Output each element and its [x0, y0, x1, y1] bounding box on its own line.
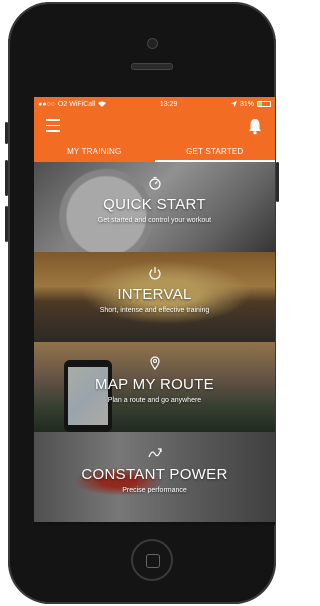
top-nav-bar	[34, 111, 275, 144]
home-button[interactable]	[131, 539, 173, 581]
card-subtitle: Get started and control your workout	[97, 217, 212, 224]
card-interval[interactable]: INTERVAL Short, intense and effective tr…	[34, 252, 275, 342]
power-icon	[148, 267, 161, 280]
power-button	[276, 162, 279, 202]
battery-percent: 31%	[239, 100, 254, 108]
location-pin-icon	[149, 356, 160, 370]
earpiece-speaker	[131, 63, 173, 70]
power-curve-icon	[147, 448, 162, 458]
mute-switch	[5, 122, 8, 144]
card-title: INTERVAL	[117, 286, 192, 303]
wifi-icon	[98, 101, 107, 107]
card-title: QUICK START	[103, 196, 206, 213]
hamburger-menu-icon[interactable]	[46, 119, 60, 132]
app-screen: ●●○○ O2 WiFiCall 13:29 31% MY TRAINING G…	[34, 97, 275, 525]
card-title: MAP MY ROUTE	[95, 376, 214, 393]
signal-dots-icon: ●●○○	[38, 100, 55, 108]
card-map-my-route[interactable]: MAP MY ROUTE Plan a route and go anywher…	[34, 342, 275, 432]
card-quick-start[interactable]: QUICK START Get started and control your…	[34, 162, 275, 252]
card-subtitle: Precise performance	[122, 487, 187, 494]
tab-bar: MY TRAINING GET STARTED	[34, 144, 275, 162]
carrier-label: O2 WiFiCall	[57, 100, 96, 108]
card-constant-power[interactable]: CONSTANT POWER Precise performance	[34, 432, 275, 522]
volume-up-button	[5, 160, 8, 196]
location-arrow-icon	[230, 101, 237, 107]
volume-down-button	[5, 206, 8, 242]
card-title: CONSTANT POWER	[81, 466, 228, 483]
card-subtitle: Plan a route and go anywhere	[107, 397, 202, 404]
front-camera	[147, 38, 158, 49]
battery-icon	[257, 101, 271, 107]
stopwatch-icon	[148, 176, 161, 190]
tab-get-started[interactable]: GET STARTED	[154, 144, 275, 162]
status-time: 13:29	[159, 100, 178, 108]
tab-my-training[interactable]: MY TRAINING	[34, 144, 155, 162]
notification-bell-icon[interactable]	[247, 117, 263, 135]
status-bar: ●●○○ O2 WiFiCall 13:29 31%	[34, 97, 275, 111]
card-subtitle: Short, intense and effective training	[99, 307, 210, 314]
